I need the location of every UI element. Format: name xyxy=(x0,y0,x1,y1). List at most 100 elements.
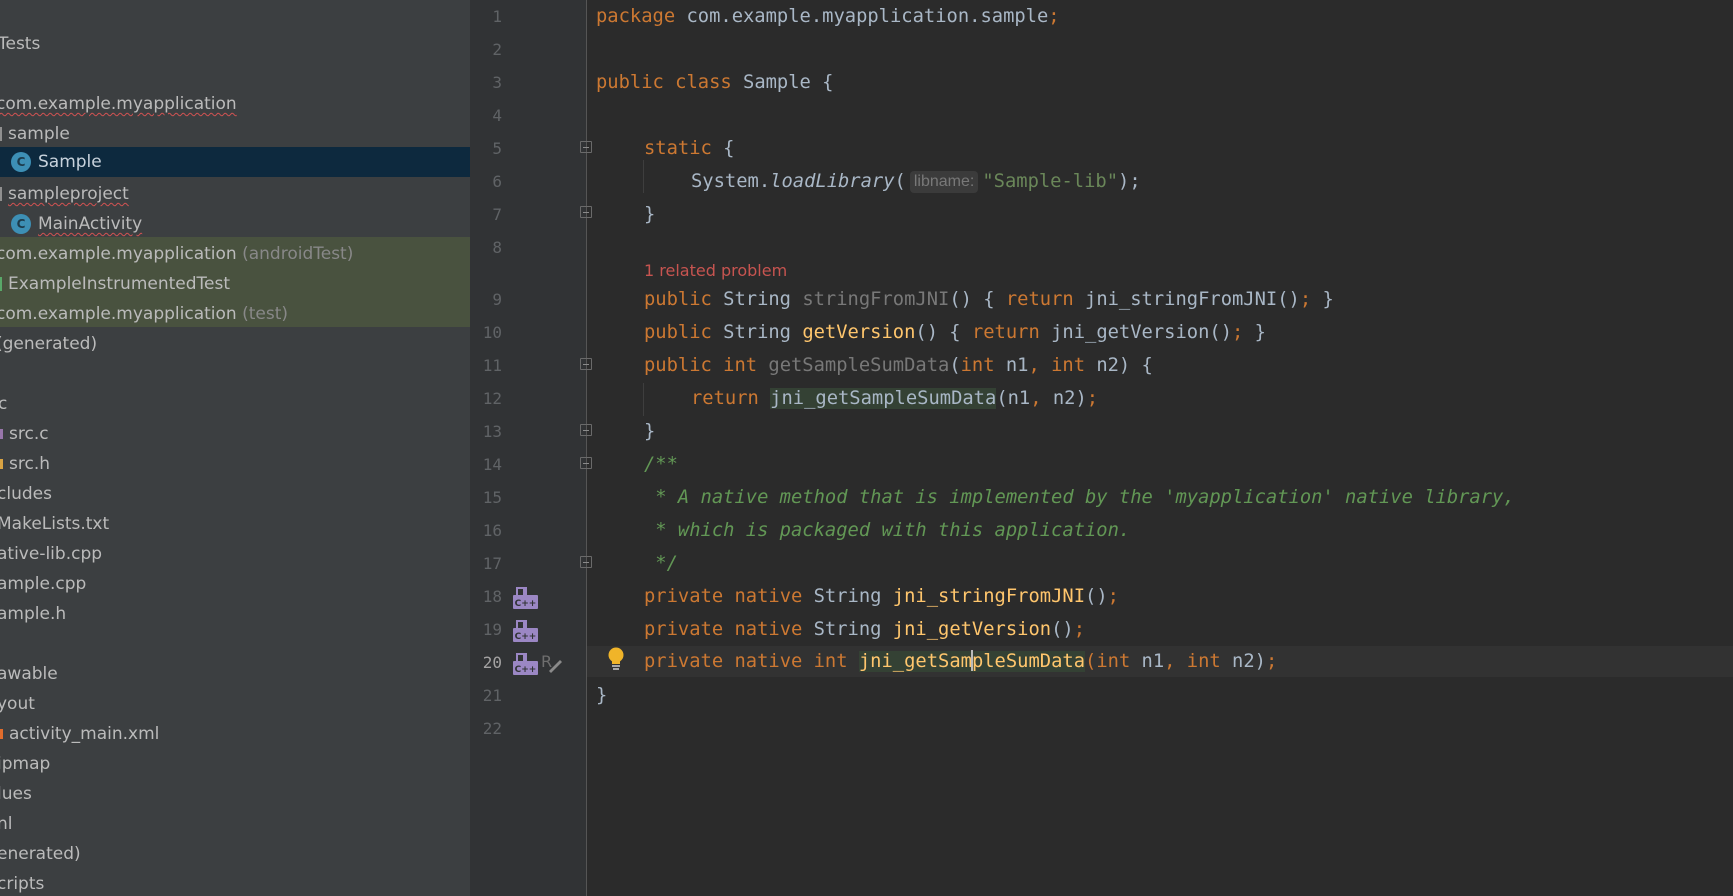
tree-item-sampleproject-package[interactable]: sampleproject xyxy=(0,179,129,209)
token: () { xyxy=(949,289,1006,310)
tree-item-scripts[interactable]: cripts xyxy=(0,869,44,896)
line-number: 1 xyxy=(492,7,502,26)
token: loadLibrary xyxy=(770,171,895,192)
code-line-14: /** xyxy=(644,448,678,481)
token: jni_getSampleSumData xyxy=(770,388,997,409)
fold-marker-icon[interactable] xyxy=(580,206,592,218)
token: } xyxy=(1311,289,1334,310)
token: int xyxy=(1186,651,1221,672)
token: jni_getVersion xyxy=(892,619,1052,640)
related-problem-hint[interactable]: 1 related problem xyxy=(644,261,787,280)
code-line-16: * which is packaged with this applicatio… xyxy=(644,514,1130,547)
fold-marker-icon[interactable] xyxy=(580,556,592,568)
tree-item-exampleinstrumentedtest[interactable]: ExampleInstrumentedTest xyxy=(0,269,230,299)
tree-item-sample-package[interactable]: sample xyxy=(0,119,70,149)
code-line-6: System.loadLibrary(libname: "Sample-lib")… xyxy=(691,165,1141,198)
highlighted-identifier: jni_getSampleSumData xyxy=(858,650,1086,672)
line-number: 11 xyxy=(482,356,502,375)
token: int xyxy=(1051,355,1086,376)
token: () xyxy=(1051,619,1074,640)
token: return xyxy=(971,322,1040,343)
svg-text:C++: C++ xyxy=(515,632,537,642)
token: ( xyxy=(894,171,906,192)
tree-item-drawable[interactable]: awable xyxy=(0,659,58,689)
token: () { xyxy=(915,322,972,343)
fold-marker-icon[interactable] xyxy=(580,424,592,436)
tree-item-mipmap[interactable]: ipmap xyxy=(0,749,50,779)
tree-item-label: yout xyxy=(0,694,35,714)
line-number: 17 xyxy=(482,554,502,573)
fold-marker-icon[interactable] xyxy=(580,358,592,370)
code-editor[interactable] xyxy=(587,0,1733,896)
tree-item-sample-cpp[interactable]: ample.cpp xyxy=(0,569,86,599)
tree-item-package-androidtest[interactable]: com.example.myapplication (androidTest) xyxy=(0,239,353,269)
token: , xyxy=(1030,388,1042,409)
project-tree-panel: Tests com.example.myapplication sample C… xyxy=(0,0,470,896)
tree-item-generated[interactable]: (generated) xyxy=(0,329,97,359)
token: String xyxy=(711,322,803,343)
tree-item-values[interactable]: lues xyxy=(0,779,32,809)
token: native xyxy=(734,651,803,672)
tree-item-package-main[interactable]: com.example.myapplication xyxy=(0,89,237,119)
fold-marker-icon[interactable] xyxy=(580,141,592,153)
tree-item-label: Tests xyxy=(0,34,41,54)
tree-item-sample-h[interactable]: ample.h xyxy=(0,599,66,629)
line-number-current: 20 xyxy=(482,653,502,672)
tree-item-label: ative-lib.cpp xyxy=(0,544,103,564)
token: } xyxy=(644,421,656,442)
token: public xyxy=(596,72,664,93)
token: ); xyxy=(1118,171,1141,192)
line-number: 12 xyxy=(482,389,502,408)
token: n1 xyxy=(1130,651,1165,672)
c-file-icon xyxy=(0,429,3,439)
lightbulb-icon[interactable] xyxy=(606,646,626,672)
parameter-hint: libname: xyxy=(909,171,979,193)
token: getVersion xyxy=(802,322,916,343)
tree-item-src-h[interactable]: src.h xyxy=(0,449,50,479)
token: ; xyxy=(1107,586,1119,607)
tree-item-mainactivity[interactable]: C MainActivity xyxy=(11,209,142,239)
fold-marker-icon[interactable] xyxy=(580,457,592,469)
token: } xyxy=(1243,322,1266,343)
code-line-19: private native String jni_getVersion(); xyxy=(644,613,1085,646)
tree-item-cmakelists[interactable]: MakeLists.txt xyxy=(0,509,109,539)
token: class xyxy=(675,72,732,93)
line-number: 3 xyxy=(492,73,502,92)
tree-item-c-folder[interactable]: c xyxy=(0,389,7,419)
token: String xyxy=(802,619,893,640)
tree-item-label: src.c xyxy=(9,424,49,444)
token: System. xyxy=(691,171,771,192)
tree-item-includes[interactable]: cludes xyxy=(0,479,52,509)
tree-item-sample-class[interactable]: C Sample xyxy=(11,147,102,177)
token: native xyxy=(734,619,803,640)
tree-item-label: enerated) xyxy=(0,844,81,864)
tree-item-label: c xyxy=(0,394,8,414)
cpp-navigate-icon[interactable]: C++ xyxy=(512,584,539,610)
tree-item-activity-main-xml[interactable]: activity_main.xml xyxy=(0,719,159,749)
tree-item-xml[interactable]: nl xyxy=(0,809,13,839)
tree-item-tests[interactable]: Tests xyxy=(0,29,40,59)
tree-item-generated-2[interactable]: enerated) xyxy=(0,839,81,869)
tree-item-label: MakeLists.txt xyxy=(0,514,110,534)
cpp-navigate-icon[interactable]: C++ xyxy=(512,617,539,643)
tree-item-package-test[interactable]: com.example.myapplication (test) xyxy=(0,299,288,329)
token: private xyxy=(644,619,724,640)
token: ; xyxy=(1048,6,1060,27)
cpp-navigate-icon[interactable]: C++ xyxy=(512,650,539,676)
code-line-9: public String stringFromJNI() { return j… xyxy=(644,283,1334,316)
token: ; xyxy=(1299,289,1312,310)
code-line-12: return jni_getSampleSumData(n1, n2); xyxy=(691,382,1098,415)
test-class-icon xyxy=(0,277,2,291)
token: getSampleSumData xyxy=(768,355,950,376)
tree-item-native-lib-cpp[interactable]: ative-lib.cpp xyxy=(0,539,102,569)
edit-pen-icon[interactable]: R xyxy=(541,651,563,673)
tree-item-layout[interactable]: yout xyxy=(0,689,35,719)
token: return xyxy=(691,388,759,409)
token: ; xyxy=(1073,619,1086,640)
xml-file-icon xyxy=(0,729,3,739)
line-number: 2 xyxy=(492,40,502,59)
tree-item-src-c[interactable]: src.c xyxy=(0,419,49,449)
token: () xyxy=(1085,586,1108,607)
token: { xyxy=(711,138,735,159)
token: n1 xyxy=(994,355,1029,376)
